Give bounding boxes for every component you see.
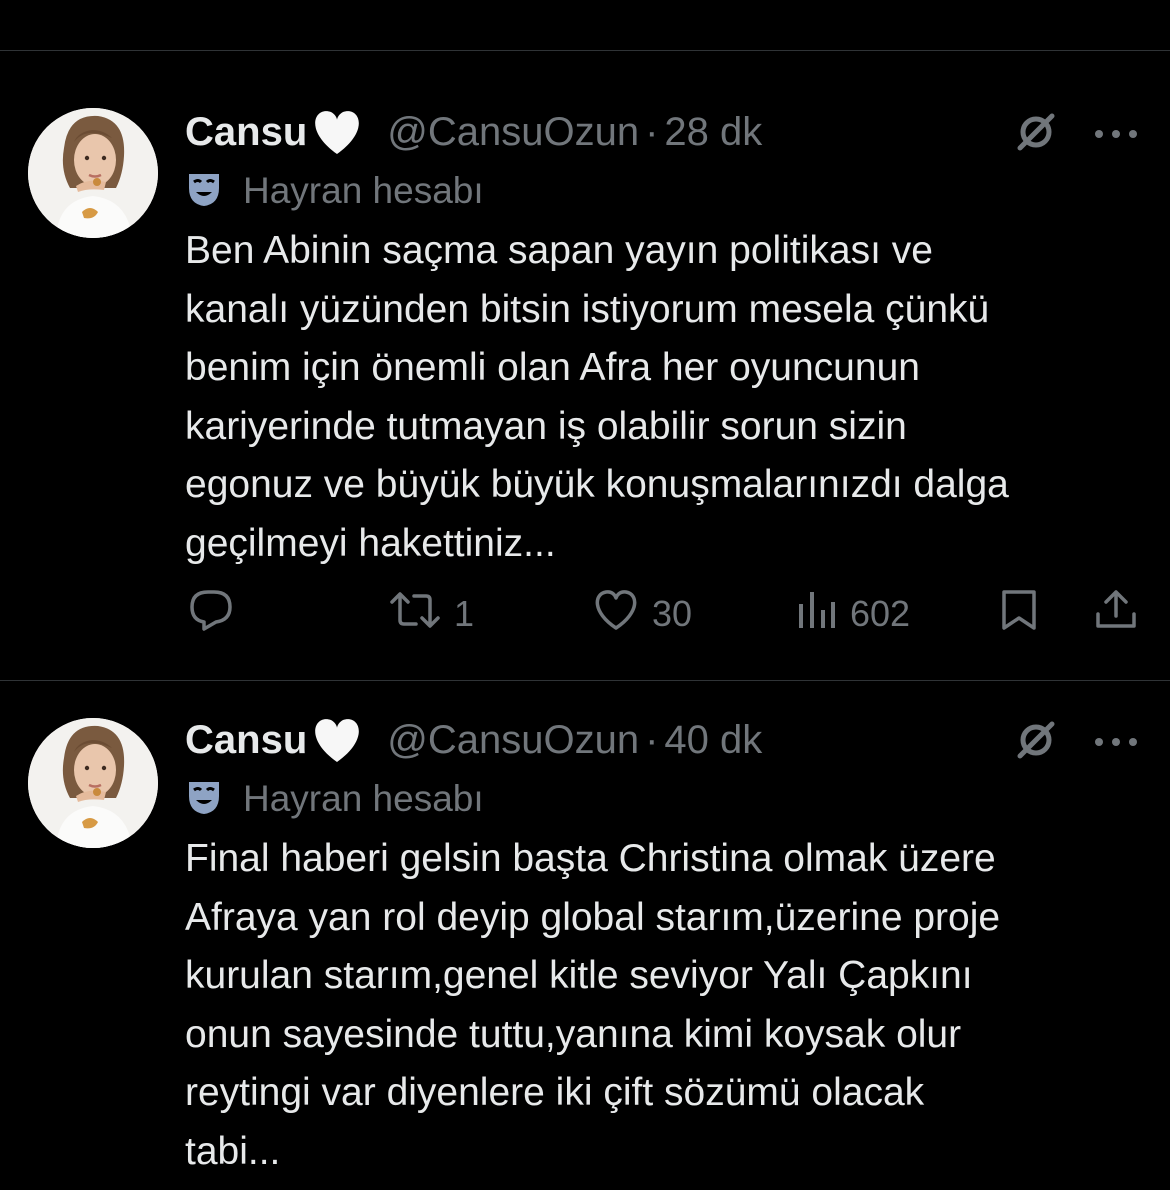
views-icon (796, 590, 838, 639)
views-count: 602 (850, 593, 911, 634)
more-icon[interactable] (1094, 126, 1138, 144)
reply-icon (188, 588, 234, 641)
tweet-divider (0, 680, 1170, 681)
tweet-header: Cansu @CansuOzun · 28 dk (185, 104, 762, 160)
tweet-text: Ben Abinin saçma sapan yayın politikası … (185, 222, 1145, 573)
display-name[interactable]: Cansu (185, 110, 307, 155)
handle[interactable]: @CansuOzun (387, 110, 639, 155)
separator-dot: · (645, 717, 659, 762)
avatar[interactable] (28, 108, 158, 238)
avatar[interactable] (28, 718, 158, 848)
tweet-header: Cansu @CansuOzun · 40 dk (185, 712, 762, 768)
share-icon (1094, 588, 1138, 641)
handle[interactable]: @CansuOzun (387, 718, 639, 763)
retweet-button[interactable]: 1 (388, 584, 474, 644)
tweet-line: geçilmeyi hakettiniz... (185, 521, 556, 565)
tweet-line: tabi... (185, 1129, 281, 1173)
display-name[interactable]: Cansu (185, 718, 307, 763)
like-count: 30 (652, 593, 693, 634)
bookmark-button[interactable] (998, 584, 1040, 644)
tweet-line: Final haberi gelsin başta Christina olma… (185, 837, 996, 880)
white-heart-icon (311, 108, 363, 156)
like-button[interactable]: 30 (592, 584, 692, 644)
label-text: Hayran hesabı (243, 778, 484, 819)
top-divider (0, 50, 1170, 51)
retweet-count: 1 (454, 593, 475, 634)
like-icon (592, 588, 640, 641)
retweet-icon (388, 590, 442, 639)
grok-icon[interactable] (1012, 716, 1060, 769)
bookmark-icon (998, 588, 1040, 641)
fan-account-label: Hayran hesabı (185, 774, 484, 824)
tweet-line: kanalı yüzünden bitsin istiyorum mesela … (185, 287, 990, 331)
fan-account-label: Hayran hesabı (185, 166, 484, 216)
tweet-line: Afraya yan rol deyip global starım,üzeri… (185, 895, 1001, 939)
tweet-line: reytingi var diyenlere iki çift sözümü o… (185, 1071, 925, 1114)
tweet[interactable]: Cansu @CansuOzun · 40 dk Hayran hesabı F… (0, 712, 1170, 1190)
tweet[interactable]: Cansu @CansuOzun · 28 dk Hayran hesabı B… (0, 104, 1170, 664)
theater-mask-icon (185, 778, 223, 821)
action-bar: 1 30 602 (0, 584, 1170, 644)
white-heart-icon (311, 716, 363, 764)
tweet-text: Final haberi gelsin başta Christina olma… (185, 830, 1145, 1181)
theater-mask-icon (185, 170, 223, 213)
share-button[interactable] (1094, 584, 1138, 644)
label-text: Hayran hesabı (243, 170, 484, 211)
tweet-line: onun sayesinde tuttu,yanına kimi koysak … (185, 1012, 962, 1056)
tweet-line: egonuz ve büyük büyük konuşmalarınızdı d… (185, 463, 1009, 506)
tweet-line: kurulan starım,genel kitle seviyor Yalı … (185, 954, 973, 997)
separator-dot: · (645, 109, 659, 154)
reply-button[interactable] (188, 584, 234, 644)
tweet-line: Ben Abinin saçma sapan yayın politikası … (185, 229, 933, 272)
grok-icon[interactable] (1012, 108, 1060, 161)
timestamp[interactable]: 28 dk (664, 110, 762, 155)
timestamp[interactable]: 40 dk (664, 718, 762, 763)
more-icon[interactable] (1094, 734, 1138, 752)
tweet-line: benim için önemli olan Afra her oyuncunu… (185, 346, 920, 389)
tweet-line: kariyerinde tutmayan iş olabilir sorun s… (185, 404, 907, 448)
views-button[interactable]: 602 (796, 584, 910, 644)
